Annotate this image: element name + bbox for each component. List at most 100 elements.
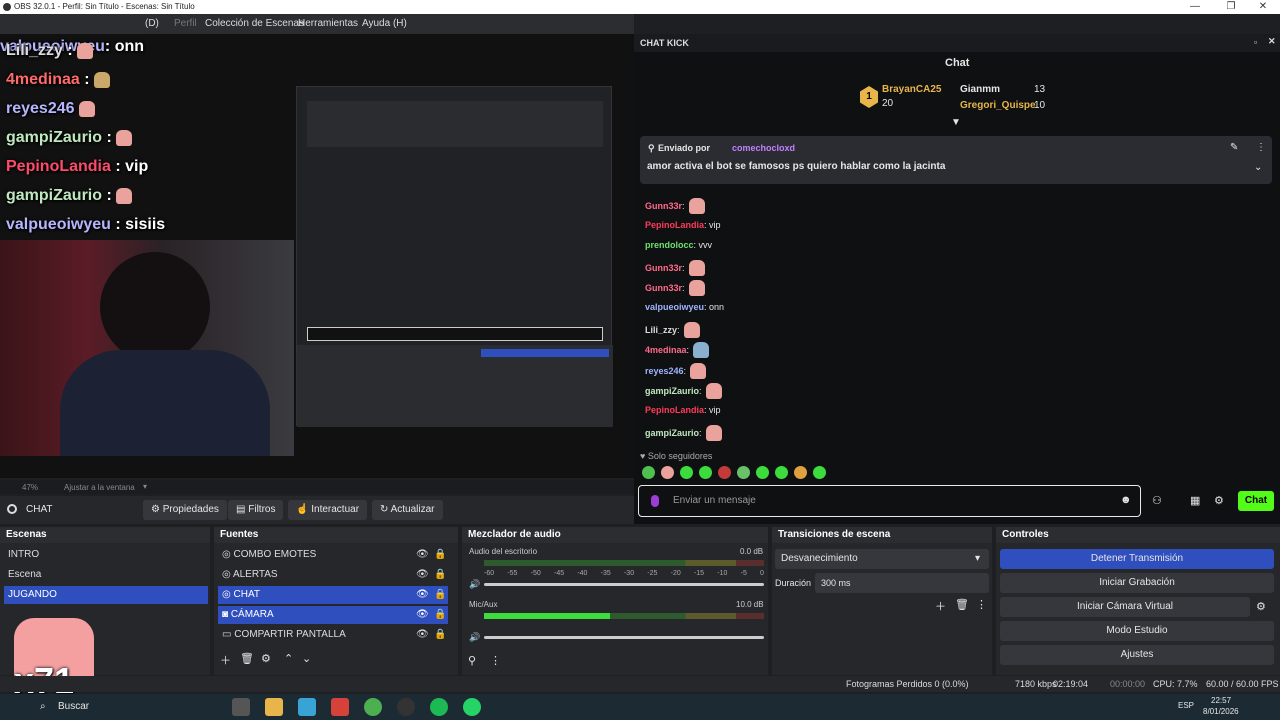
source-item[interactable]: ◎ ALERTAS 👁 🔒 — [218, 566, 448, 584]
chat-input[interactable]: Enviar un mensaje ☻ — [638, 485, 1141, 517]
source-item-selected[interactable]: ◎ CHAT 👁 🔒 — [218, 586, 448, 604]
window-title: OBS 32.0.1 - Perfil: Sin Título - Escena… — [14, 2, 195, 11]
camera-icon: ◙ — [222, 609, 231, 620]
emoji-icon[interactable]: ☻ — [1120, 494, 1132, 506]
eye-icon[interactable]: 👁 — [416, 586, 429, 604]
overlay-chat: Lili_zzy : 4medinaa : reyes246 gampiZaur… — [6, 42, 306, 245]
sources-title: Fuentes — [214, 527, 458, 543]
move-up-icon[interactable]: ⌃ — [284, 652, 293, 665]
speaker-icon[interactable]: 🔊 — [469, 579, 480, 590]
app-icon[interactable] — [331, 698, 349, 716]
duration-input[interactable]: 300 ms — [815, 573, 989, 593]
menu-bar: (D) Perfil Colección de Escenas Herramie… — [0, 14, 634, 34]
taskbar-search[interactable]: Buscar — [58, 701, 89, 712]
expand-chevron-icon[interactable]: ▼ — [951, 117, 961, 128]
browser-icon: ◎ — [222, 569, 233, 580]
minimize-icon[interactable]: — — [1178, 0, 1212, 14]
search-icon[interactable]: ⌕ — [40, 701, 46, 712]
dock-close-icon[interactable]: ✕ — [1268, 36, 1276, 47]
lock-icon[interactable]: 🔒 — [434, 546, 446, 564]
unpin-icon[interactable]: ✎ — [1230, 142, 1238, 153]
clock-date[interactable]: 8/01/2026 — [1203, 707, 1239, 716]
webcam-feed — [0, 240, 294, 456]
volume-slider[interactable] — [484, 583, 764, 586]
lock-icon[interactable]: 🔒 — [434, 626, 446, 644]
zoom-fit-select[interactable]: Ajustar a la ventana — [64, 483, 135, 492]
more-icon[interactable]: ⋮ — [1256, 142, 1266, 153]
menu-item-help[interactable]: Ayuda (H) — [362, 18, 407, 29]
overlay-chat-line: valpueoiwyeu : sisiis — [6, 216, 166, 233]
settings-gear-icon[interactable]: ⚙ — [1214, 494, 1224, 507]
virtual-camera-settings-icon[interactable]: ⚙ — [1256, 600, 1266, 613]
remove-source-icon[interactable]: 🗑 — [240, 652, 254, 665]
mixer-menu-icon[interactable]: ⋮ — [490, 654, 501, 667]
notepad-icon[interactable] — [298, 698, 316, 716]
fps: 60.00 / 60.00 FPS — [1206, 679, 1279, 689]
spotify-icon[interactable] — [430, 698, 448, 716]
menu-item-scene-collection[interactable]: Colección de Escenas — [205, 18, 304, 29]
maximize-icon[interactable]: ❐ — [1214, 0, 1248, 14]
start-virtual-camera-button[interactable]: Iniciar Cámara Virtual — [1000, 597, 1250, 617]
eye-icon[interactable]: 👁 — [416, 606, 429, 624]
refresh-button[interactable]: ↻ Actualizar — [372, 500, 443, 520]
scene-item-selected[interactable]: JUGANDO — [4, 586, 208, 604]
close-icon[interactable]: ✕ — [1246, 0, 1280, 14]
preview-canvas[interactable]: valpueoiwyeu: onn Lili_zzy : 4medinaa : … — [0, 34, 634, 478]
scene-item[interactable]: INTRO — [4, 546, 208, 564]
clock-time[interactable]: 22:57 — [1211, 696, 1231, 705]
whatsapp-icon[interactable] — [463, 698, 481, 716]
emote-bar[interactable] — [642, 466, 832, 480]
menu-item-profile[interactable]: Perfil — [174, 18, 197, 29]
stop-stream-button[interactable]: Detener Transmisión — [1000, 549, 1274, 569]
chat-dock-header: CHAT KICK ▫ ✕ — [634, 34, 1280, 52]
add-transition-icon[interactable]: ＋ — [935, 598, 946, 614]
store-icon[interactable]: ▦ — [1190, 494, 1200, 507]
send-chat-button[interactable]: Chat — [1238, 491, 1274, 511]
speaker-icon[interactable]: 🔊 — [469, 632, 480, 643]
chat-message-list: Gunn33r: PepinoLandia: vip prendolocc: v… — [645, 198, 1145, 445]
scene-item[interactable]: Escena — [4, 566, 208, 584]
chrome-icon[interactable] — [364, 698, 382, 716]
language[interactable]: ESP — [1178, 701, 1194, 710]
eye-icon[interactable]: 👁 — [416, 546, 429, 564]
tools-icon[interactable]: ⚇ — [1152, 494, 1162, 507]
source-item[interactable]: ◎ COMBO EMOTES 👁 🔒 — [218, 546, 448, 564]
file-explorer-icon[interactable] — [265, 698, 283, 716]
eye-icon[interactable]: 👁 — [416, 626, 429, 644]
move-down-icon[interactable]: ⌄ — [302, 652, 311, 665]
mixer-link-icon[interactable]: ⚲ — [468, 654, 476, 667]
studio-mode-button[interactable]: Modo Estudio — [1000, 621, 1274, 641]
properties-button[interactable]: ⚙ Propiedades — [143, 500, 227, 520]
filters-button[interactable]: ▤ Filtros — [228, 500, 284, 520]
rank-badge: 1 — [860, 86, 878, 108]
remove-transition-icon[interactable]: 🗑 — [955, 598, 969, 611]
lock-icon[interactable]: 🔒 — [434, 566, 446, 584]
settings-button[interactable]: Ajustes — [1000, 645, 1274, 665]
menu-item-d[interactable]: (D) — [145, 18, 159, 29]
obs-icon[interactable] — [397, 698, 415, 716]
volume-slider[interactable] — [484, 636, 764, 639]
source-item-selected[interactable]: ◙ CÁMARA 👁 🔒 — [218, 606, 448, 624]
collapse-icon[interactable]: ⌄ — [1254, 162, 1262, 173]
eye-icon[interactable]: 👁 — [416, 566, 429, 584]
lock-icon[interactable]: 🔒 — [434, 606, 446, 624]
interact-button[interactable]: ☝ Interactuar — [288, 500, 368, 520]
source-item[interactable]: ▭ COMPARTIR PANTALLA 👁 🔒 — [218, 626, 448, 644]
duration-label: Duración — [775, 578, 812, 588]
bitrate: 7180 kbps — [1015, 679, 1057, 689]
chevron-down-icon[interactable]: ▾ — [143, 482, 147, 491]
float-icon[interactable]: ▫ — [1254, 37, 1257, 47]
add-source-icon[interactable]: ＋ — [220, 652, 231, 668]
task-view-icon[interactable] — [232, 698, 250, 716]
transition-select[interactable]: Desvanecimiento ▾ — [775, 549, 989, 569]
chat-title: Chat — [945, 57, 970, 69]
preview-zoom-bar: 47% Ajustar a la ventana ▾ — [0, 480, 634, 494]
chat-message: 4medinaa: — [645, 342, 1145, 363]
transition-menu-icon[interactable]: ⋮ — [976, 598, 987, 611]
zoom-level[interactable]: 47% — [22, 483, 38, 492]
source-settings-icon[interactable]: ⚙ — [261, 652, 271, 665]
menu-item-tools[interactable]: Herramientas — [298, 18, 358, 29]
start-recording-button[interactable]: Iniciar Grabación — [1000, 573, 1274, 593]
chat-message: gampiZaurio: — [645, 383, 1145, 404]
lock-icon[interactable]: 🔒 — [434, 586, 446, 604]
